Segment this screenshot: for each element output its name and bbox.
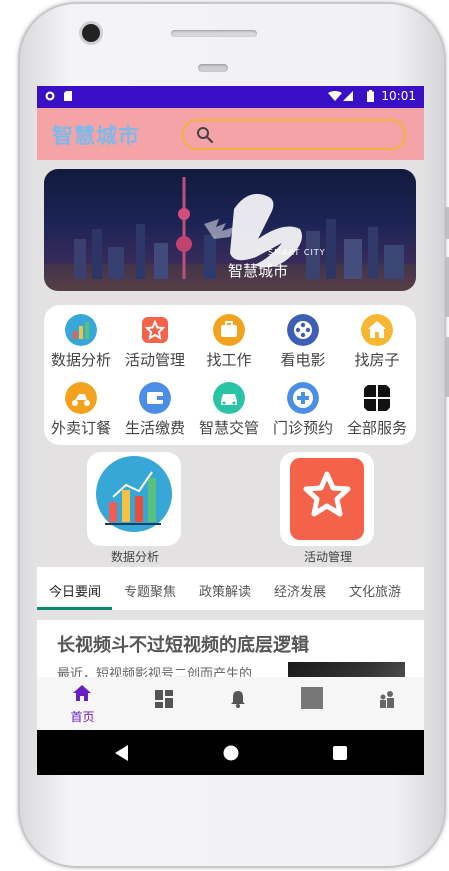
tab-today-news[interactable]: 今日要闻 xyxy=(49,581,101,600)
nav-dashboard[interactable] xyxy=(125,677,202,730)
signal-icon xyxy=(343,91,353,101)
service-item-movie[interactable]: 看电影 xyxy=(266,311,340,377)
front-camera xyxy=(82,24,100,42)
search-icon xyxy=(197,127,213,143)
service-item-bills[interactable]: 生活缴费 xyxy=(118,379,192,445)
bell-icon xyxy=(231,691,245,708)
service-item-takeaway[interactable]: 外卖订餐 xyxy=(44,379,118,445)
status-bar: 10:01 xyxy=(37,86,424,108)
square-icon xyxy=(301,687,323,709)
service-item-activity[interactable]: 活动管理 xyxy=(118,311,192,377)
news-tabs: 今日要闻 专题聚焦 政策解读 经济发展 文化旅游 xyxy=(37,567,424,610)
app-screen: 10:01 智慧城市 SMART CITY 智慧城市 数据分析 活动管理 找工作… xyxy=(37,86,424,775)
sd-card-icon xyxy=(64,91,72,101)
featured-item-data-analysis[interactable]: 数据分析 xyxy=(87,452,183,565)
volume-up-button xyxy=(445,207,449,239)
app-title: 智慧城市 xyxy=(52,124,140,148)
wifi-icon xyxy=(328,91,342,101)
service-item-house[interactable]: 找房子 xyxy=(340,311,414,377)
news-item[interactable]: 长视频斗不过短视频的底层逻辑 最近，短视频影视号二创而产生的 xyxy=(37,620,424,680)
power-button xyxy=(445,337,449,397)
service-item-clinic[interactable]: 门诊预约 xyxy=(266,379,340,445)
house-icon xyxy=(361,314,393,346)
nav-profile[interactable] xyxy=(350,677,424,730)
banner-caption-cn: 智慧城市 xyxy=(228,262,289,280)
nav-square[interactable] xyxy=(275,677,352,730)
featured-item-activity[interactable]: 活动管理 xyxy=(280,452,376,565)
search-input[interactable] xyxy=(182,119,406,150)
banner-carousel[interactable]: SMART CITY 智慧城市 xyxy=(44,169,416,291)
chart-icon xyxy=(96,456,172,532)
service-item-all[interactable]: 全部服务 xyxy=(340,379,414,445)
clock: 10:01 xyxy=(381,89,416,103)
car-icon xyxy=(213,382,245,414)
nav-notifications[interactable] xyxy=(200,677,277,730)
volume-down-button xyxy=(445,257,449,317)
service-item-traffic[interactable]: 智慧交管 xyxy=(192,379,266,445)
banner-caption-en: SMART CITY xyxy=(268,248,326,257)
proximity-sensor xyxy=(198,64,228,72)
chart-icon xyxy=(65,314,97,346)
recents-icon[interactable] xyxy=(333,746,347,760)
wallet-icon xyxy=(139,382,171,414)
service-item-job[interactable]: 找工作 xyxy=(192,311,266,377)
tab-culture-travel[interactable]: 文化旅游 xyxy=(349,581,401,600)
star-icon xyxy=(290,458,364,540)
briefcase-icon xyxy=(213,314,245,346)
active-tab-indicator xyxy=(37,607,112,610)
nav-home[interactable]: 首页 xyxy=(44,677,121,730)
tab-economy[interactable]: 经济发展 xyxy=(274,581,326,600)
news-title: 长视频斗不过短视频的底层逻辑 xyxy=(57,635,309,656)
people-icon xyxy=(380,691,394,708)
dashboard-icon xyxy=(155,690,173,708)
film-reel-icon xyxy=(287,314,319,346)
tab-special-topics[interactable]: 专题聚焦 xyxy=(124,581,176,600)
system-navigation-bar xyxy=(37,730,424,775)
top-app-bar: 智慧城市 xyxy=(37,108,424,160)
tab-policy[interactable]: 政策解读 xyxy=(199,581,251,600)
record-icon xyxy=(45,91,55,101)
grid-icon xyxy=(364,385,390,411)
star-icon xyxy=(142,317,168,343)
scooter-icon xyxy=(65,382,97,414)
back-icon[interactable] xyxy=(115,745,129,761)
bottom-navigation: 首页 xyxy=(37,677,424,730)
home-circle-icon[interactable] xyxy=(223,745,239,761)
medical-cross-icon xyxy=(287,382,319,414)
service-item-data-analysis[interactable]: 数据分析 xyxy=(44,311,118,377)
battery-icon xyxy=(367,90,374,102)
home-icon xyxy=(73,685,91,701)
earpiece-speaker xyxy=(171,30,257,37)
services-grid: 数据分析 活动管理 找工作 看电影 找房子 外卖订餐 生活缴费 智慧交管 门诊预… xyxy=(44,305,416,445)
